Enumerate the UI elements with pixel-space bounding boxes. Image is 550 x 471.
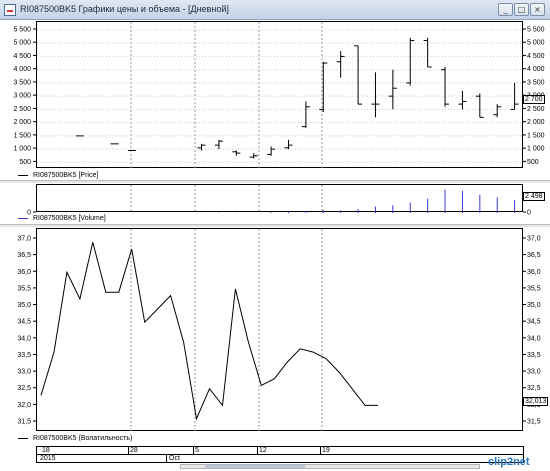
date-label-5: 5 bbox=[195, 447, 199, 454]
volatility-axis-left-tick-label-3: 33,0 bbox=[17, 369, 31, 376]
price-axis-right-tick-label-2: 1 500 bbox=[527, 132, 545, 139]
volatility-axis-right-tick-label-4: 33,5 bbox=[527, 352, 541, 359]
volume-axis-right-tick-label-0: 0 bbox=[527, 210, 531, 217]
volatility-axis-left-tick-label-0: 31,5 bbox=[17, 419, 31, 426]
month-label: Oct bbox=[169, 455, 180, 462]
price-axis-left-tick-label-6: 3 500 bbox=[13, 79, 31, 86]
volatility-legend-swatch bbox=[18, 437, 28, 439]
volatility-legend-label: RI087500BK5 (Волатильность) bbox=[32, 435, 133, 442]
volatility-last-value-tag: 32,013 bbox=[523, 397, 549, 406]
price-legend-swatch bbox=[18, 174, 28, 176]
volatility-axis-left-tick-label-1: 32,0 bbox=[17, 402, 31, 409]
app-icon bbox=[4, 4, 16, 16]
horizontal-scrollbar[interactable] bbox=[180, 464, 480, 469]
volume-chart-pane[interactable] bbox=[36, 184, 523, 213]
price-axis-right-tick-label-0: 500 bbox=[527, 159, 539, 166]
volatility-axis-right-tick-label-3: 33,0 bbox=[527, 369, 541, 376]
price-axis-left-tick-label-3: 2 000 bbox=[13, 119, 31, 126]
year-label: 2015 bbox=[40, 455, 56, 462]
date-label-28: 28 bbox=[130, 447, 138, 454]
date-label-18: 18 bbox=[42, 447, 50, 454]
price-axis-left-tick-label-10: 5 500 bbox=[13, 26, 31, 33]
scrollbar-thumb[interactable] bbox=[205, 465, 305, 468]
volatility-axis-right-tick-label-7: 35,0 bbox=[527, 302, 541, 309]
volume-last-value-tag: 2 498 bbox=[523, 192, 545, 201]
pane-splitter-1[interactable] bbox=[0, 180, 550, 183]
volatility-axis-right-tick-label-10: 36,5 bbox=[527, 252, 541, 259]
volatility-axis-left-tick-label-11: 37,0 bbox=[17, 235, 31, 242]
volatility-axis-left-tick-label-5: 34,0 bbox=[17, 335, 31, 342]
window-title: RI087500BK5 Графики цены и объема - [Дне… bbox=[20, 4, 229, 14]
price-axis-left-tick-label-8: 4 500 bbox=[13, 53, 31, 60]
price-axis-left-tick-label-5: 3 000 bbox=[13, 93, 31, 100]
volatility-axis-right-tick-label-2: 32,5 bbox=[527, 385, 541, 392]
price-last-value-tag: 2 700 bbox=[523, 95, 545, 104]
window-titlebar: RI087500BK5 Графики цены и объема - [Дне… bbox=[0, 0, 550, 20]
volatility-axis-left-tick-label-10: 36,5 bbox=[17, 252, 31, 259]
price-chart-pane[interactable] bbox=[36, 21, 524, 169]
price-axis-left-tick-label-0: 500 bbox=[19, 159, 31, 166]
volatility-axis-left-tick-label-7: 35,0 bbox=[17, 302, 31, 309]
volatility-axis-right-tick-label-0: 31,5 bbox=[527, 419, 541, 426]
volatility-axis-right-tick-label-8: 35,5 bbox=[527, 285, 541, 292]
close-button[interactable]: × bbox=[530, 3, 545, 16]
price-axis-left-tick-label-7: 4 000 bbox=[13, 66, 31, 73]
price-axis-left-tick-label-4: 2 500 bbox=[13, 106, 31, 113]
volume-chart bbox=[79, 185, 516, 213]
volatility-axis-right-tick-label-5: 34,0 bbox=[527, 335, 541, 342]
price-axis-left-tick-label-2: 1 500 bbox=[13, 132, 31, 139]
volatility-axis-left: 31,5 32,0 32,5 33,0 33,5 34,0 34,5 35,0 35,5 36,0… bbox=[17, 235, 36, 426]
pane-splitter-2[interactable] bbox=[0, 224, 550, 227]
price-axis-right-tick-label-1: 1 000 bbox=[527, 146, 545, 153]
price-axis-right-tick-label-3: 2 000 bbox=[527, 119, 545, 126]
price-axis-right-tick-label-6: 3 500 bbox=[527, 79, 545, 86]
volatility-axis-right-tick-label-6: 34,5 bbox=[527, 319, 541, 326]
volatility-axis-left-tick-label-9: 36,0 bbox=[17, 269, 31, 276]
price-axis-right-tick-label-8: 4 500 bbox=[527, 53, 545, 60]
price-axis-left-tick-label-1: 1 000 bbox=[13, 146, 31, 153]
price-axis-right-tick-label-9: 5 000 bbox=[527, 40, 545, 47]
price-legend-label: RI087500BK5 [Price] bbox=[32, 172, 99, 179]
volatility-axis-left-tick-label-8: 35,5 bbox=[17, 285, 31, 292]
time-axis: 18 28 5 12 19 2015 Oct bbox=[0, 446, 550, 466]
volatility-chart-pane[interactable] bbox=[36, 228, 523, 432]
volatility-axis-left-tick-label-2: 32,5 bbox=[17, 385, 31, 392]
price-axis-right-tick-label-7: 4 000 bbox=[527, 66, 545, 73]
date-label-12: 12 bbox=[259, 447, 267, 454]
volume-axis-left: 0 bbox=[27, 210, 36, 217]
price-axis-right-tick-label-10: 5 500 bbox=[527, 26, 545, 33]
price-axis-right-tick-label-4: 2 500 bbox=[527, 106, 545, 113]
price-axis-left: 500 1 000 1 500 2 000 2 500 3 000 3 500 4 000 4 … bbox=[13, 26, 36, 166]
time-axis-ticks bbox=[36, 446, 524, 463]
volatility-axis-right-tick-label-11: 37,0 bbox=[527, 235, 541, 242]
volatility-axis-right-tick-label-9: 36,0 bbox=[527, 269, 541, 276]
volatility-axis-left-tick-label-4: 33,5 bbox=[17, 352, 31, 359]
volatility-legend: RI087500BK5 (Волатильность) bbox=[18, 435, 132, 445]
volatility-chart bbox=[40, 229, 378, 432]
price-chart bbox=[37, 22, 524, 169]
price-axis-left-tick-label-9: 5 000 bbox=[13, 40, 31, 47]
volume-legend-swatch bbox=[18, 217, 28, 219]
volume-legend-label: RI087500BK5 [Volume] bbox=[32, 215, 106, 222]
volatility-series-line bbox=[40, 242, 378, 421]
maximize-button[interactable]: □ bbox=[514, 3, 529, 16]
volatility-axis-left-tick-label-6: 34,5 bbox=[17, 319, 31, 326]
watermark-logo: clip2net bbox=[488, 456, 530, 468]
date-label-19: 19 bbox=[322, 447, 330, 454]
minimize-button[interactable]: _ bbox=[498, 3, 513, 16]
